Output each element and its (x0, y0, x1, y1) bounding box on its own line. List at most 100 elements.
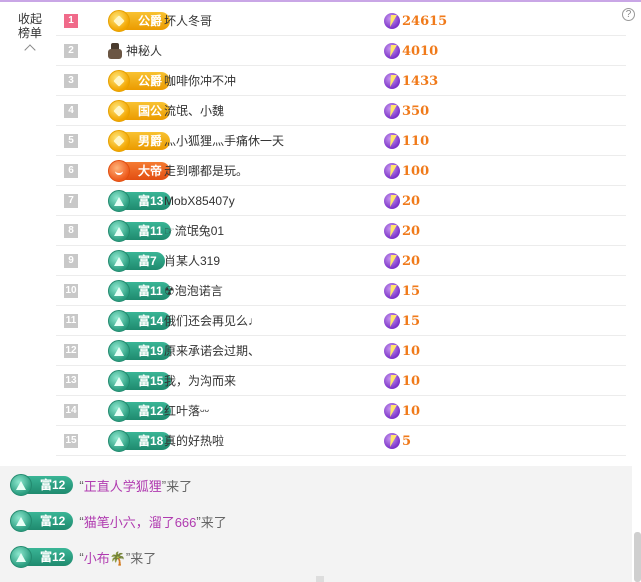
ranking-row[interactable]: 15 富18 真的好热啦 5 (56, 426, 626, 456)
score: 110 (382, 126, 429, 156)
level-badge: 富7 (108, 250, 165, 272)
lightning-icon (384, 253, 400, 269)
score: 350 (382, 96, 429, 126)
rank-number: 7 (64, 194, 78, 208)
user-name[interactable]: 神秘人 (126, 36, 162, 66)
lightning-icon (384, 343, 400, 359)
level-badge: 大帝 (108, 160, 171, 182)
lightning-icon (384, 193, 400, 209)
score-value: 20 (402, 193, 421, 209)
rank-number: 12 (64, 344, 78, 358)
entrant-name[interactable]: 正直人学狐狸 (84, 476, 162, 495)
user-name[interactable]: 流氓、小魏 (164, 96, 224, 126)
user-name[interactable]: 原来承诺会过期、 (164, 336, 260, 366)
level-badge: 公爵 (108, 70, 171, 92)
ranking-row[interactable]: 14 富12 红叶落ᵕᵕ 10 (56, 396, 626, 426)
wealth-emblem-icon (10, 474, 32, 496)
score: 10 (382, 336, 420, 366)
level-badge: 富12 (10, 510, 74, 532)
mystery-person-icon (108, 43, 122, 59)
score-value: 20 (402, 223, 421, 239)
level-badge: 男爵 (108, 130, 171, 152)
wealth-emblem-icon (10, 546, 32, 568)
wealth-emblem-icon (108, 340, 130, 362)
user-name[interactable]: 俄们还会再见么♩ (164, 306, 260, 336)
ranking-row[interactable]: 10 富11 ☢泡泡诺言 15 (56, 276, 626, 306)
score: 20 (382, 216, 420, 246)
emperor-emblem-icon (108, 160, 130, 182)
chevron-up-icon (24, 44, 36, 56)
level-badge: 富11 (108, 220, 171, 242)
collapse-ranking-button[interactable]: 收起 榜单 (12, 12, 48, 56)
wealth-emblem-icon (108, 370, 130, 392)
entry-message: 富12 “小布🌴” 来了 (10, 546, 156, 568)
rank-number: 14 (64, 404, 78, 418)
ranking-row[interactable]: 3 公爵 咖啡你冲不冲 1433 (56, 66, 626, 96)
score: 24615 (382, 6, 447, 36)
scrollbar[interactable] (634, 532, 641, 582)
score: 10 (382, 396, 420, 426)
lightning-icon (384, 223, 400, 239)
user-name[interactable]: 真的好热啦 (164, 426, 224, 456)
ranking-row[interactable]: 13 富15 我，为沟而来 10 (56, 366, 626, 396)
user-name[interactable]: ☞流氓兔01 (164, 216, 224, 246)
score-value: 15 (402, 313, 421, 329)
score-value: 350 (402, 103, 430, 119)
lightning-icon (384, 433, 400, 449)
ranking-row[interactable]: 9 富7 肖某人319 20 (56, 246, 626, 276)
ranking-row[interactable]: 6 大帝 走到哪都是玩。 100 (56, 156, 626, 186)
score-value: 5 (402, 433, 412, 449)
score: 10 (382, 366, 420, 396)
user-name[interactable]: 我，为沟而来 (164, 366, 236, 396)
ranking-panel: 收起 榜单 ? 1 公爵 坏人冬哥 24615 2 神秘人 4010 3 公爵 咖啡你冲不冲 143… (0, 2, 641, 460)
level-badge: 国公 (108, 100, 171, 122)
ranking-row[interactable]: 4 国公 流氓、小魏 350 (56, 96, 626, 126)
level-badge: 公爵 (108, 10, 171, 32)
level-badge: 富12 (10, 546, 74, 568)
entry-suffix: 来了 (166, 478, 193, 494)
user-name[interactable]: 走到哪都是玩。 (164, 156, 248, 186)
lightning-icon (384, 403, 400, 419)
noble-emblem-icon (108, 70, 130, 92)
entry-feed: 富12 “正直人学狐狸” 来了 富12 “猫笔小六，溜了666” 来了 富12 “小布🌴” 来了 (0, 466, 632, 582)
user-name[interactable]: 咖啡你冲不冲 (164, 66, 236, 96)
lightning-icon (384, 103, 400, 119)
score: 4010 (382, 36, 438, 66)
entrant-name[interactable]: 小布🌴 (84, 548, 126, 567)
user-name[interactable]: ☢泡泡诺言 (164, 276, 223, 306)
level-badge: 富12 (10, 474, 74, 496)
scroll-down-arrow[interactable] (316, 576, 324, 582)
ranking-row[interactable]: 12 富19 原来承诺会过期、 10 (56, 336, 626, 366)
lightning-icon (384, 313, 400, 329)
user-name[interactable]: 红叶落ᵕᵕ (164, 396, 209, 426)
ranking-row[interactable]: 8 富11 ☞流氓兔01 20 (56, 216, 626, 246)
user-name[interactable]: 灬小狐狸灬手痛休一天 (164, 126, 284, 156)
rank-number: 13 (64, 374, 78, 388)
entrant-name[interactable]: 猫笔小六，溜了666 (84, 512, 197, 531)
wealth-emblem-icon (108, 250, 130, 272)
user-name[interactable]: 肖某人319 (164, 246, 220, 276)
level-badge: 富13 (108, 190, 172, 212)
ranking-row[interactable]: 1 公爵 坏人冬哥 24615 (56, 6, 626, 36)
rank-number: 6 (64, 164, 78, 178)
lightning-icon (384, 133, 400, 149)
ranking-row[interactable]: 11 富14 俄们还会再见么♩ 15 (56, 306, 626, 336)
rank-number: 9 (64, 254, 78, 268)
score: 1433 (382, 66, 438, 96)
wealth-emblem-icon (108, 280, 130, 302)
collapse-label-line1: 收起 (17, 12, 42, 26)
ranking-row[interactable]: 7 富13 MobX85407y 20 (56, 186, 626, 216)
score: 20 (382, 186, 420, 216)
noble-emblem-icon (108, 10, 130, 32)
user-name[interactable]: MobX85407y (164, 186, 235, 216)
level-badge: 富19 (108, 340, 172, 362)
level-badge: 富18 (108, 430, 172, 452)
ranking-row[interactable]: 2 神秘人 4010 (56, 36, 626, 66)
lightning-icon (384, 73, 400, 89)
level-badge: 富12 (108, 400, 172, 422)
entry-suffix: 来了 (200, 514, 227, 530)
user-name[interactable]: 坏人冬哥 (164, 6, 212, 36)
collapse-label-line2: 榜单 (17, 26, 42, 40)
wealth-emblem-icon (108, 220, 130, 242)
ranking-row[interactable]: 5 男爵 灬小狐狸灬手痛休一天 110 (56, 126, 626, 156)
